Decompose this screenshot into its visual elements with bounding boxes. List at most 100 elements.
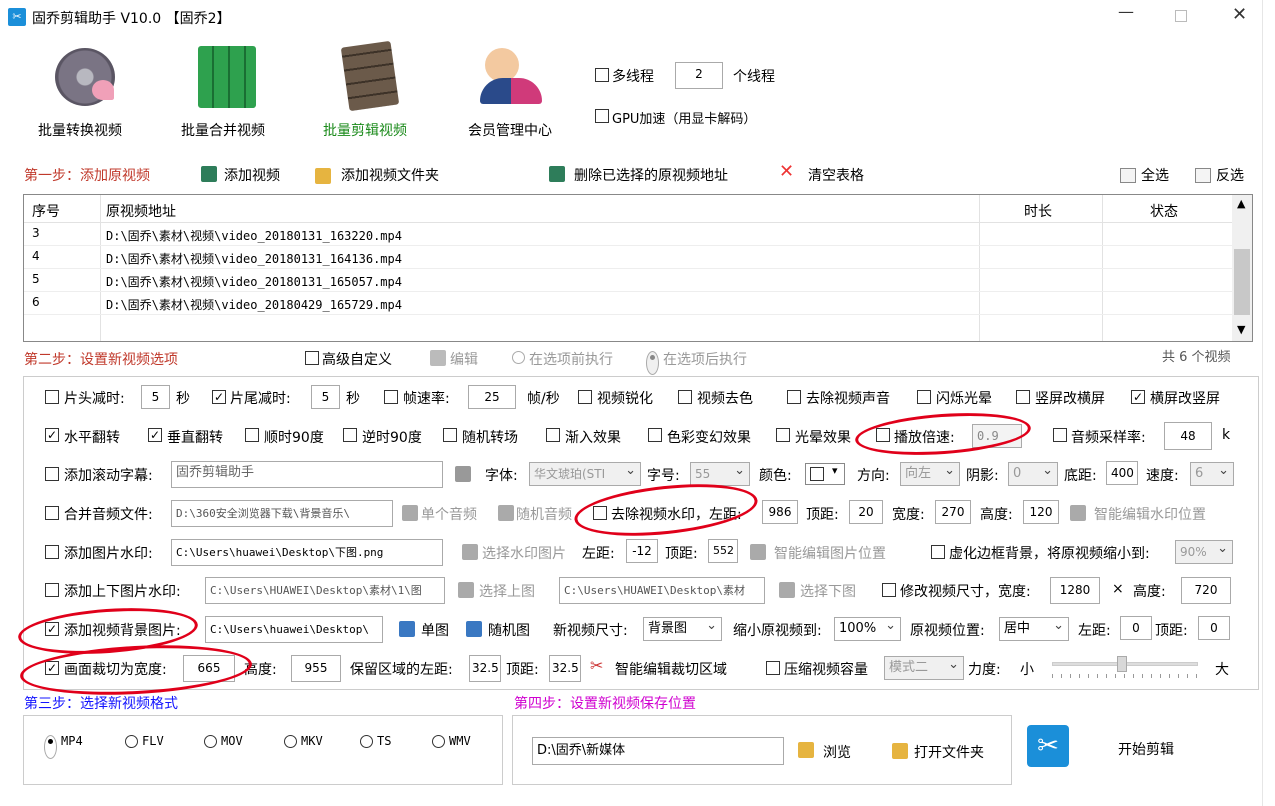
wm-left-input[interactable]: 986 [762,500,798,524]
fadein-checkbox[interactable] [546,428,560,442]
blur-bg-checkbox[interactable] [931,545,945,559]
maximize-button[interactable] [1175,10,1187,22]
shrink-select[interactable]: 100% [834,615,901,641]
new-size-select[interactable]: 背景图 [643,615,722,641]
format-radio-mp4[interactable] [44,735,57,759]
font-select[interactable]: 华文琥珀(STI [529,460,641,486]
size-select[interactable]: 55 [690,460,750,486]
resize-width-input[interactable]: 1280 [1050,577,1100,604]
shadow-select[interactable]: 0 [1008,460,1058,486]
merge-audio-input[interactable]: D:\360安全浏览器下载\背景音乐\ [171,500,393,527]
clear-table-button[interactable]: 清空表格 [808,165,864,185]
col-header-duration[interactable]: 时长 [1024,201,1052,221]
random-image-button[interactable]: 随机图 [488,620,530,640]
tail-cut-checkbox[interactable]: ✓ [212,390,226,404]
hflip-checkbox[interactable]: ✓ [45,428,59,442]
head-cut-input[interactable]: 5 [141,385,170,409]
edit-button[interactable]: 编辑 [450,349,478,369]
head-cut-checkbox[interactable] [45,390,59,404]
col-header-path[interactable]: 原视频地址 [106,201,176,221]
color-fx-checkbox[interactable] [648,428,662,442]
single-audio-button[interactable]: 单个音频 [421,504,477,524]
cw90-checkbox[interactable] [245,428,259,442]
direction-select[interactable]: 向左 [900,460,960,486]
minimize-button[interactable]: — [1118,2,1134,21]
crop-height-input[interactable]: 955 [291,655,341,682]
tail-cut-input[interactable]: 5 [311,385,340,409]
format-radio-wmv[interactable] [432,735,445,748]
select-bottom-button[interactable]: 选择下图 [800,581,856,601]
thread-count-input[interactable]: 2 [675,62,723,89]
open-folder-button[interactable]: 打开文件夹 [914,742,984,762]
select-watermark-button[interactable]: 选择水印图片 [482,543,566,563]
run-before-radio[interactable] [512,351,525,364]
decolor-checkbox[interactable] [678,390,692,404]
flash-checkbox[interactable] [917,390,931,404]
table-scrollbar[interactable]: ▲ ▼ [1232,195,1252,341]
close-button[interactable]: ✕ [1232,4,1247,25]
position-select[interactable]: 居中 [999,615,1069,641]
browse-button[interactable]: 浏览 [823,742,851,762]
vflip-checkbox[interactable]: ✓ [148,428,162,442]
scroll-speed-select[interactable]: 6 [1190,460,1234,486]
table-row[interactable]: 6 D:\固乔\素材\视频\video_20180429_165729.mp4 [24,292,1232,315]
scroll-thumb[interactable] [1234,249,1250,315]
bg-image-input[interactable]: C:\Users\huawei\Desktop\ [205,616,383,643]
blur-bg-select[interactable]: 90% [1175,538,1233,564]
start-edit-button[interactable]: 开始剪辑 [1118,739,1174,759]
multithread-checkbox[interactable] [595,68,609,82]
advanced-custom-checkbox[interactable] [305,351,319,365]
wm-height-input[interactable]: 120 [1023,500,1059,524]
random-transition-checkbox[interactable] [443,428,457,442]
col-header-index[interactable]: 序号 [32,201,60,221]
bg-left-input[interactable]: 0 [1120,616,1152,640]
image-watermark-input[interactable]: C:\Users\huawei\Desktop\下图.png [171,539,443,566]
format-radio-mkv[interactable] [284,735,297,748]
random-audio-button[interactable]: 随机音频 [516,504,572,524]
resize-checkbox[interactable] [882,583,896,597]
gpu-checkbox[interactable] [595,109,609,123]
v2h-checkbox[interactable] [1016,390,1030,404]
format-radio-ts[interactable] [360,735,373,748]
text-edit-icon[interactable] [455,466,471,482]
h2v-checkbox[interactable]: ✓ [1131,390,1145,404]
smart-wm-button[interactable]: 智能编辑水印位置 [1094,504,1206,524]
top-bottom-image-checkbox[interactable] [45,583,59,597]
start-edit-icon[interactable]: ✂ [1027,725,1069,767]
add-video-button[interactable]: 添加视频 [224,165,280,185]
force-slider-thumb[interactable] [1117,656,1127,672]
resize-height-input[interactable]: 720 [1181,577,1231,604]
select-all-button[interactable]: 全选 [1141,165,1169,185]
sample-rate-input[interactable]: 48 [1164,422,1212,450]
delete-selected-button[interactable]: 删除已选择的原视频地址 [574,165,728,185]
table-row[interactable]: 4 D:\固乔\素材\视频\video_20180131_164136.mp4 [24,246,1232,269]
table-row[interactable]: 3 D:\固乔\素材\视频\video_20180131_163220.mp4 [24,223,1232,246]
bottom-input[interactable]: 400 [1106,461,1138,485]
halo-checkbox[interactable] [776,428,790,442]
compress-checkbox[interactable] [766,661,780,675]
img-left-input[interactable]: -12 [626,539,658,563]
add-folder-button[interactable]: 添加视频文件夹 [341,165,439,185]
smart-crop-button[interactable]: 智能编辑裁切区域 [615,659,727,679]
merge-audio-checkbox[interactable] [45,506,59,520]
scroll-down-icon[interactable]: ▼ [1237,323,1245,336]
fps-checkbox[interactable] [384,390,398,404]
invert-select-button[interactable]: 反选 [1216,165,1244,185]
keep-top-input[interactable]: 32.5 [549,655,581,682]
wm-top-input[interactable]: 20 [849,500,883,524]
save-path-input[interactable]: D:\固乔\新媒体 [532,737,784,765]
single-image-button[interactable]: 单图 [421,620,449,640]
img-top-input[interactable]: 552 [708,539,738,563]
sharpen-checkbox[interactable] [578,390,592,404]
compress-mode-select[interactable]: 模式二 [884,654,964,680]
run-after-radio[interactable] [646,351,659,375]
col-header-status[interactable]: 状态 [1150,201,1178,221]
keep-left-input[interactable]: 32.5 [469,655,501,682]
select-top-button[interactable]: 选择上图 [479,581,535,601]
ccw90-checkbox[interactable] [343,428,357,442]
mute-checkbox[interactable] [787,390,801,404]
scroll-up-icon[interactable]: ▲ [1237,197,1245,210]
format-radio-flv[interactable] [125,735,138,748]
color-picker[interactable]: ▾ [805,463,845,485]
scroll-text-checkbox[interactable] [45,467,59,481]
